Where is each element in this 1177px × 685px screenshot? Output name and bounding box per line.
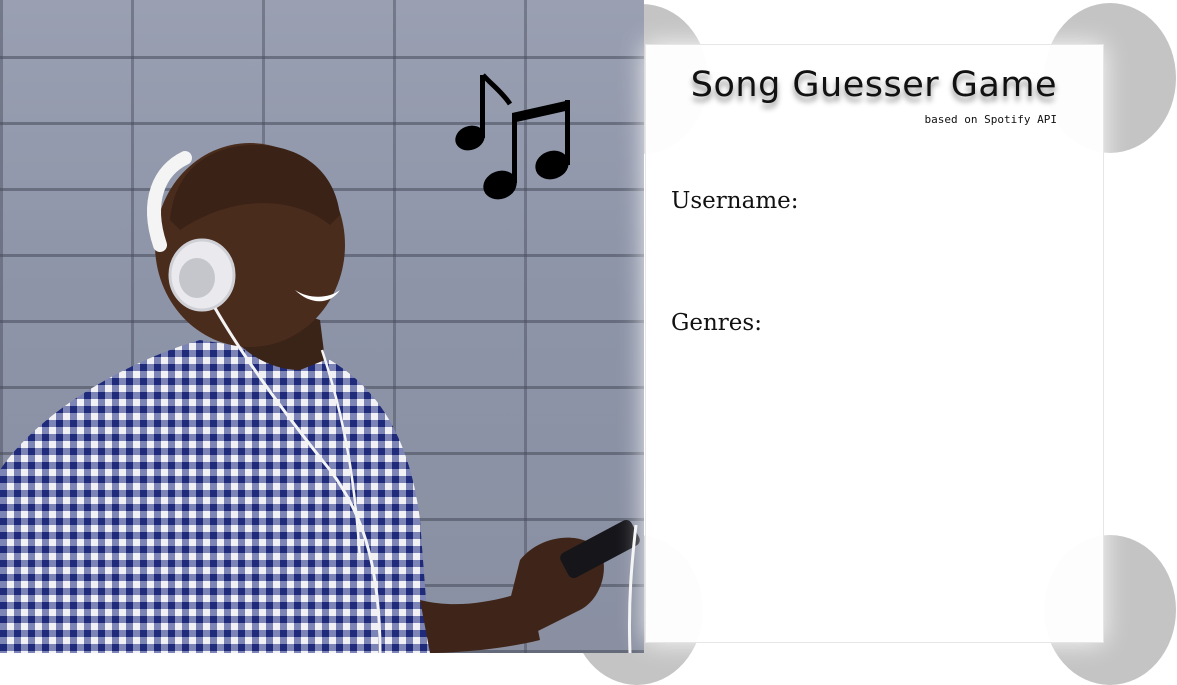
username-label: Username: bbox=[671, 188, 799, 214]
music-notes-icon bbox=[455, 73, 570, 200]
hero-photo-man-with-headphones bbox=[0, 0, 644, 653]
page-subtitle: based on Spotify API bbox=[924, 113, 1057, 126]
genres-label: Genres: bbox=[671, 310, 762, 336]
login-card: Song Guesser Game based on Spotify API U… bbox=[645, 44, 1104, 643]
page-title: Song Guesser Game bbox=[690, 65, 1057, 105]
